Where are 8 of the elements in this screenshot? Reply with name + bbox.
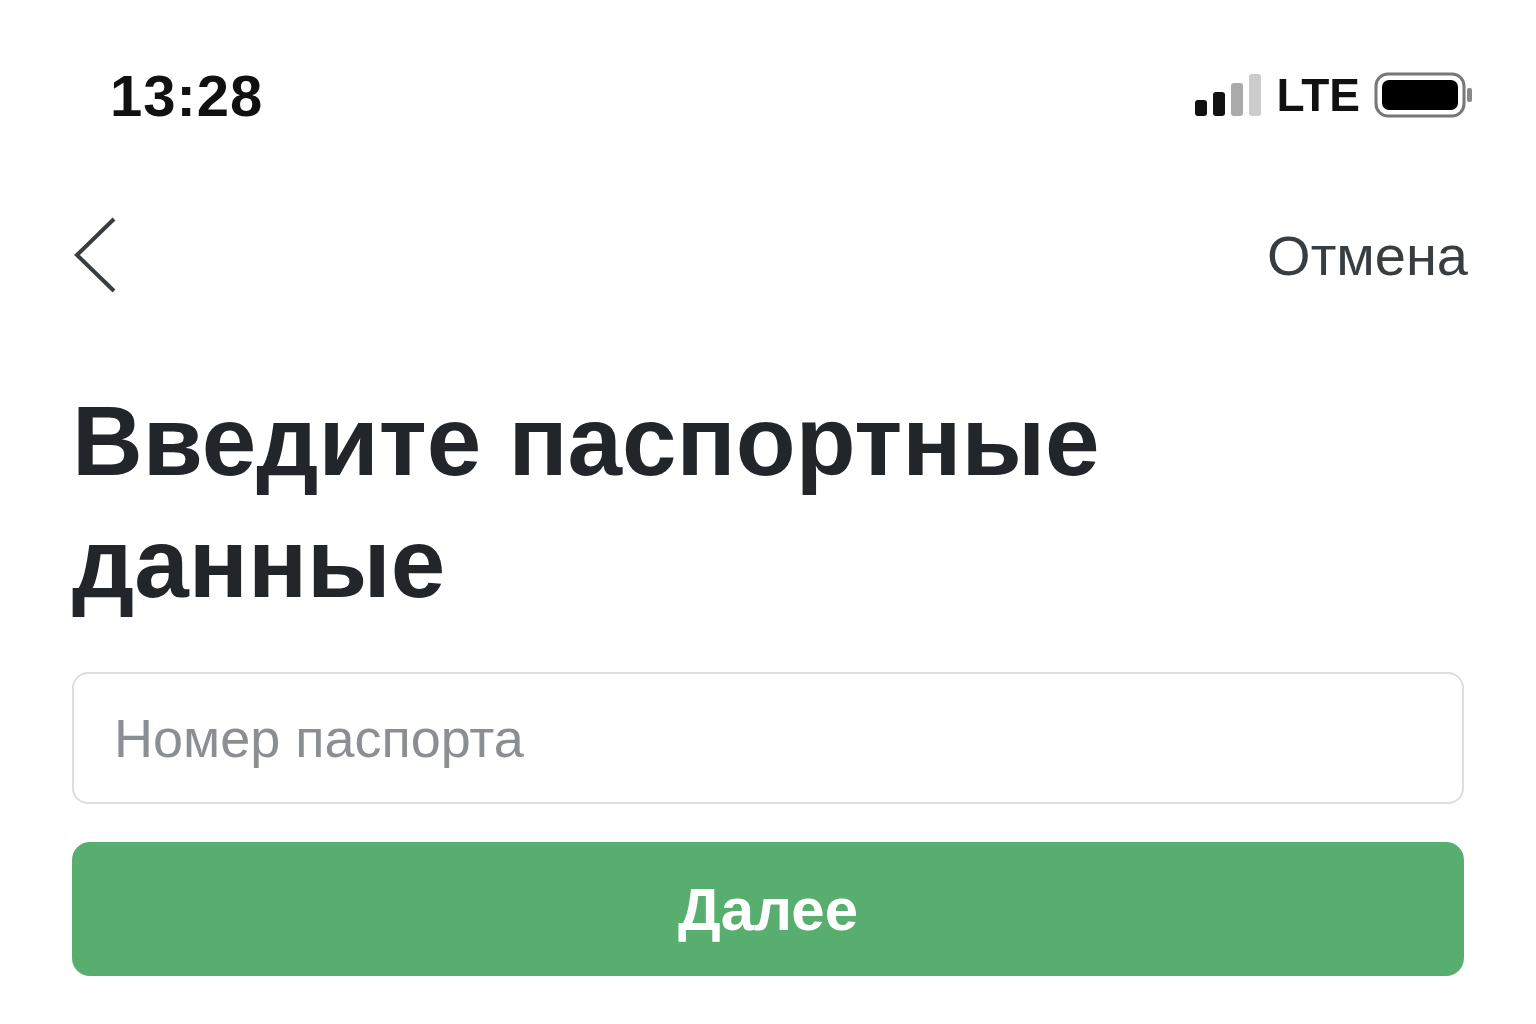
status-time: 13:28: [110, 61, 264, 129]
passport-number-field[interactable]: Номер паспорта: [72, 672, 1464, 804]
network-type: LTE: [1276, 68, 1360, 122]
cancel-link[interactable]: Отмена: [1267, 222, 1468, 288]
battery-icon: [1374, 72, 1474, 118]
signal-icon: [1194, 74, 1263, 116]
back-button[interactable]: [72, 216, 118, 294]
page-title: Введите паспортные данные: [72, 385, 1101, 620]
